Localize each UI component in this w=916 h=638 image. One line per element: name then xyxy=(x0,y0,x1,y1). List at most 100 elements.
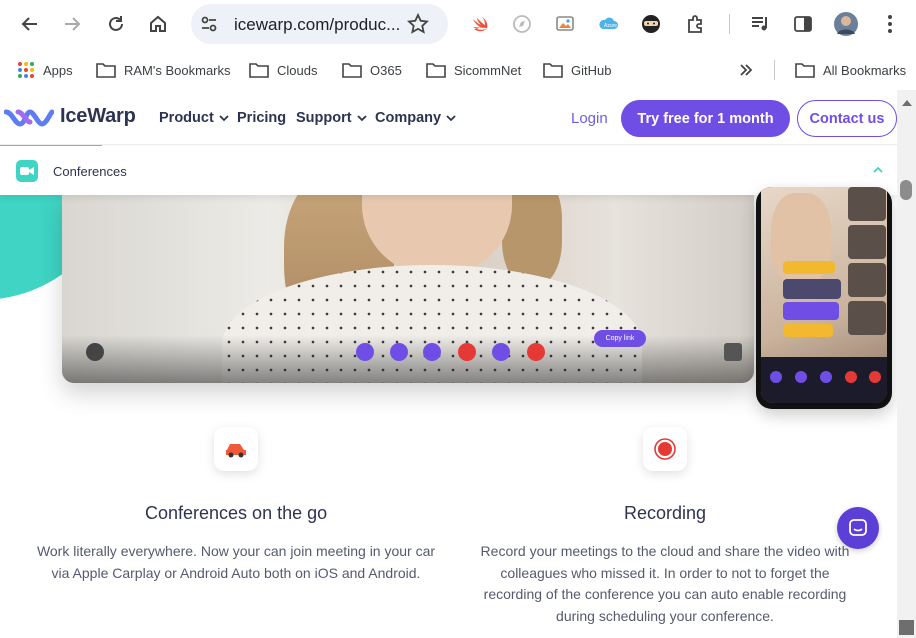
compass-extension-icon[interactable] xyxy=(511,13,533,35)
bookmark-sicommnet[interactable]: SicommNet xyxy=(426,59,521,81)
folder-icon xyxy=(795,63,815,78)
feature-description: Record your meetings to the cloud and sh… xyxy=(480,543,850,624)
folder-icon xyxy=(96,63,116,78)
back-arrow-icon xyxy=(21,17,37,31)
phone-control-icon xyxy=(770,371,782,383)
bookmark-label: GitHub xyxy=(571,62,612,78)
feature-title: Conferences on the go xyxy=(145,503,328,523)
reload-button[interactable] xyxy=(99,7,133,41)
record-icon xyxy=(654,438,676,460)
icewarp-logo-icon xyxy=(4,108,54,127)
all-bookmarks[interactable]: All Bookmarks xyxy=(795,59,906,81)
double-chevron-right-icon xyxy=(740,64,753,76)
chevron-down-icon xyxy=(356,115,367,122)
side-panel-icon[interactable] xyxy=(792,13,814,35)
video-call-preview xyxy=(62,195,754,383)
folder-icon xyxy=(249,63,269,78)
chat-message xyxy=(783,324,833,337)
login-link[interactable]: Login xyxy=(571,110,608,127)
swift-extension-icon[interactable] xyxy=(469,13,491,35)
bookmarks-divider xyxy=(774,60,775,80)
bookmark-label: RAM's Bookmarks xyxy=(124,62,231,78)
page-viewport: IceWarp Product Pricing Support Company … xyxy=(0,90,897,638)
chat-bubble-icon xyxy=(86,343,104,361)
bookmark-star-icon[interactable] xyxy=(407,13,429,35)
extensions-puzzle-icon[interactable] xyxy=(685,13,707,35)
home-button[interactable] xyxy=(141,7,175,41)
bookmark-label: O365 xyxy=(370,62,402,78)
bookmark-label: SicommNet xyxy=(454,62,522,78)
live-chat-button[interactable] xyxy=(837,507,879,549)
site-info-icon[interactable] xyxy=(199,14,219,34)
home-icon xyxy=(150,15,166,32)
video-camera-icon xyxy=(16,160,38,182)
subheader-title: Conferences xyxy=(53,164,127,179)
record-icon xyxy=(458,343,476,361)
nav-company[interactable]: Company xyxy=(375,110,456,126)
bookmark-github[interactable]: GitHub xyxy=(543,59,611,81)
chat-icon xyxy=(849,519,867,536)
nav-label: Support xyxy=(296,110,352,126)
copy-link-button: Copy link xyxy=(594,330,646,347)
chevron-down-icon xyxy=(219,115,229,122)
grid-view-icon xyxy=(724,343,742,361)
apps-grid-icon xyxy=(18,62,34,78)
address-bar[interactable]: icewarp.com/produc... xyxy=(191,4,448,44)
chat-message xyxy=(783,261,835,274)
nav-support[interactable]: Support xyxy=(296,110,367,126)
nav-product[interactable]: Product xyxy=(159,110,229,126)
back-button[interactable] xyxy=(13,7,47,41)
feature-record-icon-box xyxy=(643,427,687,471)
participant-tile xyxy=(848,187,886,221)
more-menu-icon[interactable] xyxy=(879,13,901,35)
forward-arrow-icon xyxy=(65,17,81,31)
microphone-icon xyxy=(356,343,374,361)
nav-label: Pricing xyxy=(237,110,287,126)
camera-icon xyxy=(390,343,408,361)
nav-label: Company xyxy=(375,110,442,126)
chat-message xyxy=(783,302,839,320)
phone-control-icon xyxy=(845,371,857,383)
scroll-up-arrow-icon[interactable] xyxy=(902,100,912,106)
hang-up-icon xyxy=(527,343,545,361)
phone-mockup xyxy=(756,187,892,409)
bookmark-apps[interactable]: Apps xyxy=(17,59,73,81)
cloud-extension-icon[interactable]: Azure xyxy=(597,13,619,35)
scrollbar-thumb[interactable] xyxy=(900,180,912,200)
folder-icon xyxy=(342,63,362,78)
forward-button[interactable] xyxy=(55,7,89,41)
chevron-up-icon[interactable] xyxy=(872,165,884,175)
url-text[interactable]: icewarp.com/produc... xyxy=(234,15,400,35)
video-controls-bar xyxy=(62,335,754,383)
feature-title: Recording xyxy=(624,503,707,523)
gallery-extension-icon[interactable] xyxy=(554,13,576,35)
phone-control-icon xyxy=(820,371,832,383)
logo-text: IceWarp xyxy=(60,105,136,127)
media-control-icon[interactable] xyxy=(749,13,771,35)
participant-tile xyxy=(848,263,886,297)
try-free-button[interactable]: Try free for 1 month xyxy=(621,100,790,137)
bookmarks-bar: Apps RAM's Bookmarks Clouds O365 SicommN… xyxy=(0,50,916,90)
ninja-extension-icon[interactable] xyxy=(640,13,662,35)
phone-screen xyxy=(761,187,887,403)
bookmark-rams[interactable]: RAM's Bookmarks xyxy=(96,59,231,81)
bookmark-label: Apps xyxy=(43,62,73,78)
contact-us-button[interactable]: Contact us xyxy=(797,100,897,137)
phone-control-icon xyxy=(869,371,881,383)
profile-avatar[interactable] xyxy=(833,11,859,37)
phone-control-icon xyxy=(795,371,807,383)
nav-pricing[interactable]: Pricing xyxy=(237,110,286,126)
screen-share-icon xyxy=(423,343,441,361)
nav-label: Product xyxy=(159,110,214,126)
icewarp-logo[interactable]: IceWarp xyxy=(4,105,136,128)
scroll-down-arrow-icon[interactable] xyxy=(899,620,914,635)
participant-tile xyxy=(848,301,886,335)
document-icon xyxy=(492,343,510,361)
folder-icon xyxy=(543,63,563,78)
bookmarks-overflow-button[interactable] xyxy=(738,59,762,81)
bookmark-o365[interactable]: O365 xyxy=(342,59,402,81)
bookmark-label: Clouds xyxy=(277,62,318,78)
page-scrollbar[interactable] xyxy=(897,90,916,638)
bookmark-clouds[interactable]: Clouds xyxy=(249,59,317,81)
feature-description: Work literally everywhere. Now your can … xyxy=(36,543,436,581)
